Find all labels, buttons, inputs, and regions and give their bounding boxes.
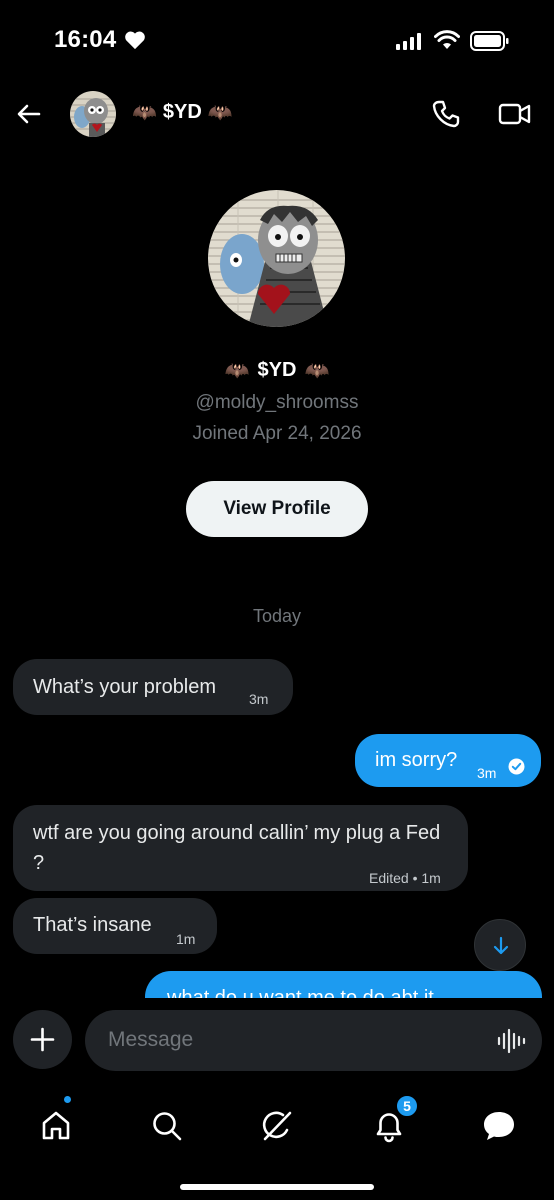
- message-received[interactable]: That’s insane 1m: [13, 898, 217, 954]
- nav-home[interactable]: [28, 1098, 84, 1154]
- profile-avatar[interactable]: [208, 190, 345, 327]
- message-received[interactable]: What’s your problem 3m: [13, 659, 293, 715]
- profile-name-text: $YD: [257, 359, 297, 381]
- profile-name: 🦇 $YD 🦇: [0, 358, 554, 383]
- message-text: What’s your problem: [33, 676, 217, 698]
- home-icon: [42, 1111, 70, 1140]
- bat-emoji: 🦇: [224, 360, 250, 382]
- add-attachment-button[interactable]: [13, 1010, 72, 1069]
- view-profile-button[interactable]: View Profile: [186, 481, 368, 537]
- bat-emoji: 🦇: [304, 360, 330, 382]
- message-text: That’s insane: [33, 914, 152, 936]
- conversation-header: 🦇 $YD 🦇: [0, 84, 554, 146]
- arrow-down-icon: [493, 936, 509, 955]
- phone-icon[interactable]: [430, 98, 462, 130]
- profile-joined-date: Joined Apr 24, 2026: [192, 423, 362, 444]
- voice-waveform-icon[interactable]: [494, 1025, 528, 1057]
- back-button[interactable]: [14, 99, 44, 129]
- chat-bubble-icon: [484, 1112, 514, 1140]
- avatar[interactable]: [70, 91, 116, 137]
- status-bar: 16:04: [0, 0, 554, 84]
- contact-name-text: $YD: [162, 101, 202, 123]
- profile-handle: @moldy_shroomss: [195, 392, 359, 413]
- cellular-signal-icon: [396, 32, 421, 50]
- message-placeholder: Message: [108, 1028, 194, 1051]
- message-time: 1m: [176, 931, 196, 947]
- nav-grok[interactable]: [249, 1098, 305, 1154]
- plus-icon: [30, 1027, 55, 1052]
- grok-icon: [262, 1111, 292, 1141]
- wifi-icon: [434, 30, 460, 49]
- new-activity-dot: [63, 1095, 72, 1104]
- status-time: 16:04: [54, 26, 117, 53]
- notification-badge: 5: [396, 1095, 418, 1117]
- message-sent[interactable]: im sorry? 3m: [355, 734, 541, 787]
- message-time: Edited • 1m: [369, 870, 441, 886]
- nav-messages[interactable]: [471, 1098, 527, 1154]
- day-separator: Today: [252, 606, 302, 626]
- search-icon: [153, 1112, 182, 1141]
- check-circle-icon: [508, 758, 525, 775]
- message-time: 3m: [249, 691, 269, 707]
- message-time: 3m: [477, 765, 497, 781]
- contact-name[interactable]: 🦇 $YD 🦇: [132, 100, 233, 125]
- home-indicator: [180, 1184, 374, 1190]
- heart-icon: [125, 31, 145, 50]
- nav-search[interactable]: [139, 1098, 195, 1154]
- battery-icon: [470, 31, 509, 51]
- message-text: im sorry?: [375, 749, 458, 771]
- bat-emoji: 🦇: [207, 102, 233, 124]
- message-received[interactable]: wtf are you going around callin’ my plug…: [13, 805, 468, 891]
- bat-emoji: 🦇: [132, 102, 157, 124]
- video-camera-icon[interactable]: [498, 98, 532, 130]
- scroll-to-bottom-button[interactable]: [474, 919, 526, 971]
